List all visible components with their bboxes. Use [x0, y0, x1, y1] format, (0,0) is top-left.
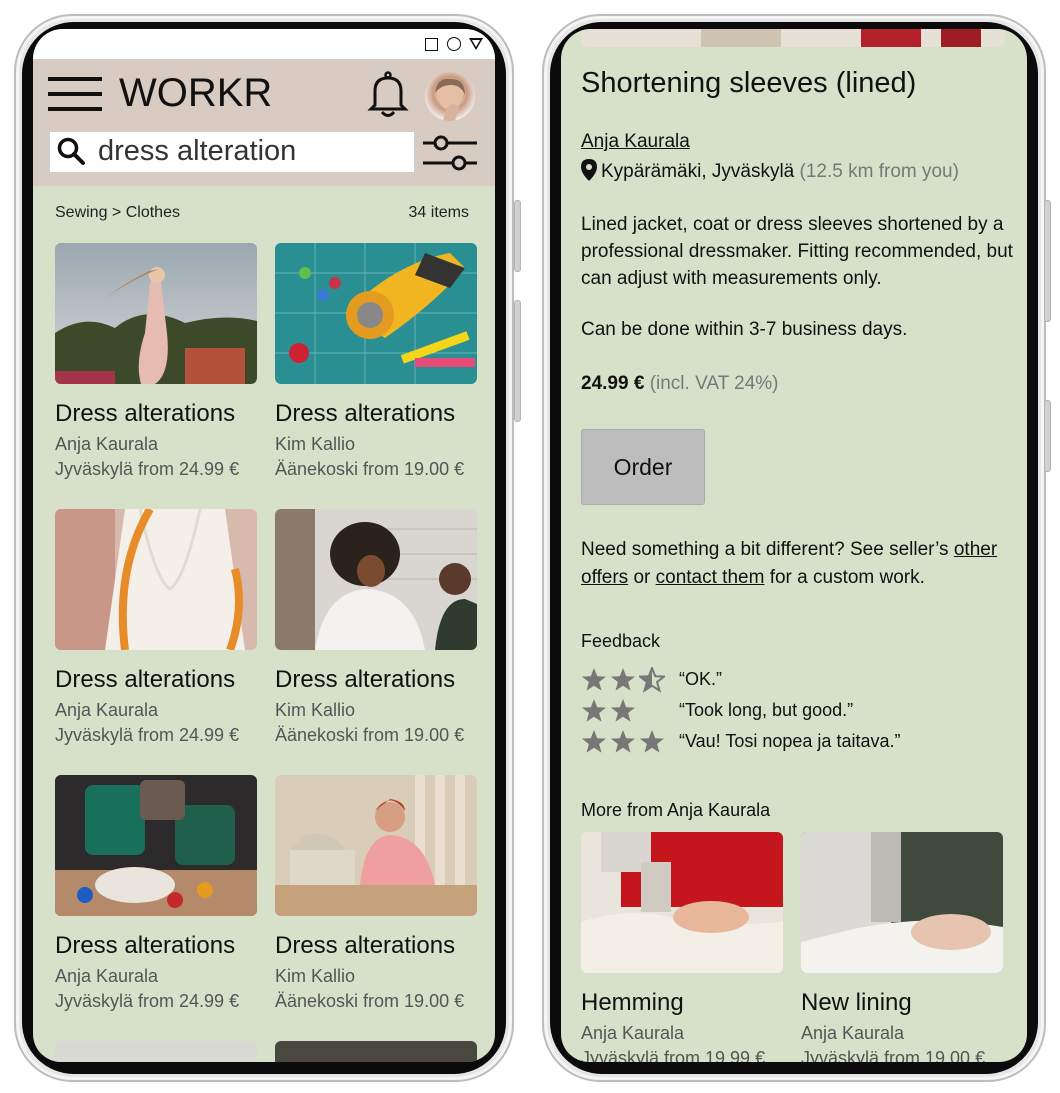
home-icon[interactable] — [447, 37, 461, 51]
custom-text: Need something a bit different? See sell… — [581, 539, 954, 560]
card-seller: Anja Kaurala — [801, 1023, 905, 1043]
search-screen: WORKR Sewing > Clothes — [33, 29, 495, 1062]
result-count: 34 items — [408, 204, 469, 221]
card-title: Dress alterations — [275, 400, 456, 427]
star-icon — [639, 730, 664, 753]
feedback-quote: “OK.” — [679, 669, 722, 689]
result-card[interactable]: Dress alterations Kim Kallio Äänekoski f… — [275, 243, 479, 480]
search-input[interactable] — [98, 133, 398, 169]
phone-side-button — [1044, 400, 1051, 472]
seller-link[interactable]: Anja Kaurala — [581, 131, 690, 153]
thread-spools-photo — [55, 775, 257, 916]
custom-text: for a custom work. — [764, 567, 925, 588]
star-icon — [610, 699, 635, 722]
search-icon — [57, 137, 85, 165]
woman-in-dress-photo — [55, 243, 257, 384]
star-icon — [610, 730, 635, 753]
breadcrumb[interactable]: Sewing > Clothes — [55, 204, 180, 222]
notification-bell-icon[interactable] — [367, 71, 409, 119]
phone-side-button — [514, 300, 521, 422]
card-seller: Anja Kaurala — [581, 1023, 685, 1043]
result-card-partial[interactable] — [55, 1041, 257, 1062]
feedback-quote: “Took long, but good.” — [679, 700, 854, 720]
map-pin-icon — [581, 159, 597, 181]
price-row: 24.99 € (incl. VAT 24%) — [581, 373, 779, 395]
lining-sewing-machine-photo — [801, 832, 1003, 973]
app-logo: WORKR — [119, 71, 273, 115]
rating-stars — [581, 698, 639, 724]
result-card-partial[interactable] — [275, 1041, 477, 1062]
card-location-price: Jyväskylä from 24.99 € — [55, 725, 240, 745]
user-avatar[interactable] — [425, 71, 475, 121]
hemming-sewing-machine-photo — [581, 832, 783, 973]
fitting-session-photo — [275, 509, 477, 650]
star-icon — [581, 730, 606, 753]
service-hero-photo — [581, 29, 1005, 47]
card-location-price: Jyväskylä from 19.00 € — [801, 1048, 986, 1062]
card-location-price: Äänekoski from 19.00 € — [275, 459, 465, 479]
card-title: Dress alterations — [275, 666, 456, 693]
card-seller: Kim Kallio — [275, 966, 356, 986]
card-title: Dress alterations — [275, 932, 456, 959]
custom-work-note: Need something a bit different? See sell… — [581, 536, 1017, 592]
card-title: New lining — [801, 989, 912, 1016]
vat-note: (incl. VAT 24%) — [649, 373, 779, 394]
result-card[interactable]: Dress alterations Anja Kaurala Jyväskylä… — [55, 775, 259, 1012]
rating-stars — [581, 729, 668, 755]
phone-side-button — [1044, 200, 1051, 322]
result-card[interactable]: Dress alterations Kim Kallio Äänekoski f… — [275, 509, 479, 746]
filter-sliders-icon[interactable] — [421, 133, 479, 173]
delivery-time: Can be done within 3-7 business days. — [581, 319, 908, 340]
menu-icon[interactable] — [48, 77, 102, 113]
woman-at-sewing-machine-photo — [275, 775, 477, 916]
card-title: Dress alterations — [55, 932, 236, 959]
card-location-price: Äänekoski from 19.00 € — [275, 725, 465, 745]
feedback-heading: Feedback — [581, 631, 661, 651]
card-title: Dress alterations — [55, 400, 236, 427]
card-location-price: Äänekoski from 19.00 € — [275, 991, 465, 1011]
back-icon[interactable] — [469, 38, 483, 50]
card-seller: Kim Kallio — [275, 700, 356, 720]
more-from-seller-heading: More from Anja Kaurala — [581, 800, 771, 820]
card-seller: Anja Kaurala — [55, 434, 159, 454]
custom-text: or — [628, 567, 656, 588]
feedback-quote: “Vau! Tosi nopea ja taitava.” — [679, 731, 901, 751]
star-icon — [581, 668, 606, 691]
service-description: Lined jacket, coat or dress sleeves shor… — [581, 214, 1013, 289]
app-header: WORKR — [33, 59, 495, 186]
phone-side-button — [514, 200, 521, 272]
location-row: Kypärämäki, Jyväskylä (12.5 km from you) — [581, 159, 959, 183]
result-card[interactable]: Dress alterations Anja Kaurala Jyväskylä… — [55, 509, 259, 746]
related-service-card[interactable]: Hemming Anja Kaurala Jyväskylä from 19.9… — [581, 832, 785, 1062]
card-location-price: Jyväskylä from 24.99 € — [55, 459, 240, 479]
related-service-card[interactable]: New lining Anja Kaurala Jyväskylä from 1… — [801, 832, 1005, 1062]
star-icon — [639, 667, 665, 693]
card-location-price: Jyväskylä from 24.99 € — [55, 991, 240, 1011]
result-card[interactable]: Dress alterations Kim Kallio Äänekoski f… — [275, 775, 479, 1012]
star-icon — [581, 699, 606, 722]
android-nav-bar — [33, 29, 495, 59]
card-seller: Kim Kallio — [275, 434, 356, 454]
card-seller: Anja Kaurala — [55, 966, 159, 986]
recent-apps-icon[interactable] — [425, 38, 438, 51]
star-icon — [610, 668, 635, 691]
card-title: Hemming — [581, 989, 684, 1016]
card-title: Dress alterations — [55, 666, 236, 693]
rating-stars — [581, 667, 668, 693]
contact-seller-link[interactable]: contact them — [656, 567, 765, 588]
mannequin-measuring-tape-photo — [55, 509, 257, 650]
detail-screen: Shortening sleeves (lined) Anja Kaurala … — [561, 29, 1027, 1062]
distance-text: (12.5 km from you) — [799, 161, 959, 182]
order-button[interactable]: Order — [581, 429, 705, 505]
page-title: Shortening sleeves (lined) — [581, 67, 917, 99]
price: 24.99 € — [581, 373, 645, 394]
result-card[interactable]: Dress alterations Anja Kaurala Jyväskylä… — [55, 243, 259, 480]
card-location-price: Jyväskylä from 19.99 € — [581, 1048, 766, 1062]
search-bar[interactable] — [49, 131, 415, 173]
sewing-tools-photo — [275, 243, 477, 384]
location-text: Kypärämäki, Jyväskylä — [601, 161, 795, 182]
card-seller: Anja Kaurala — [55, 700, 159, 720]
